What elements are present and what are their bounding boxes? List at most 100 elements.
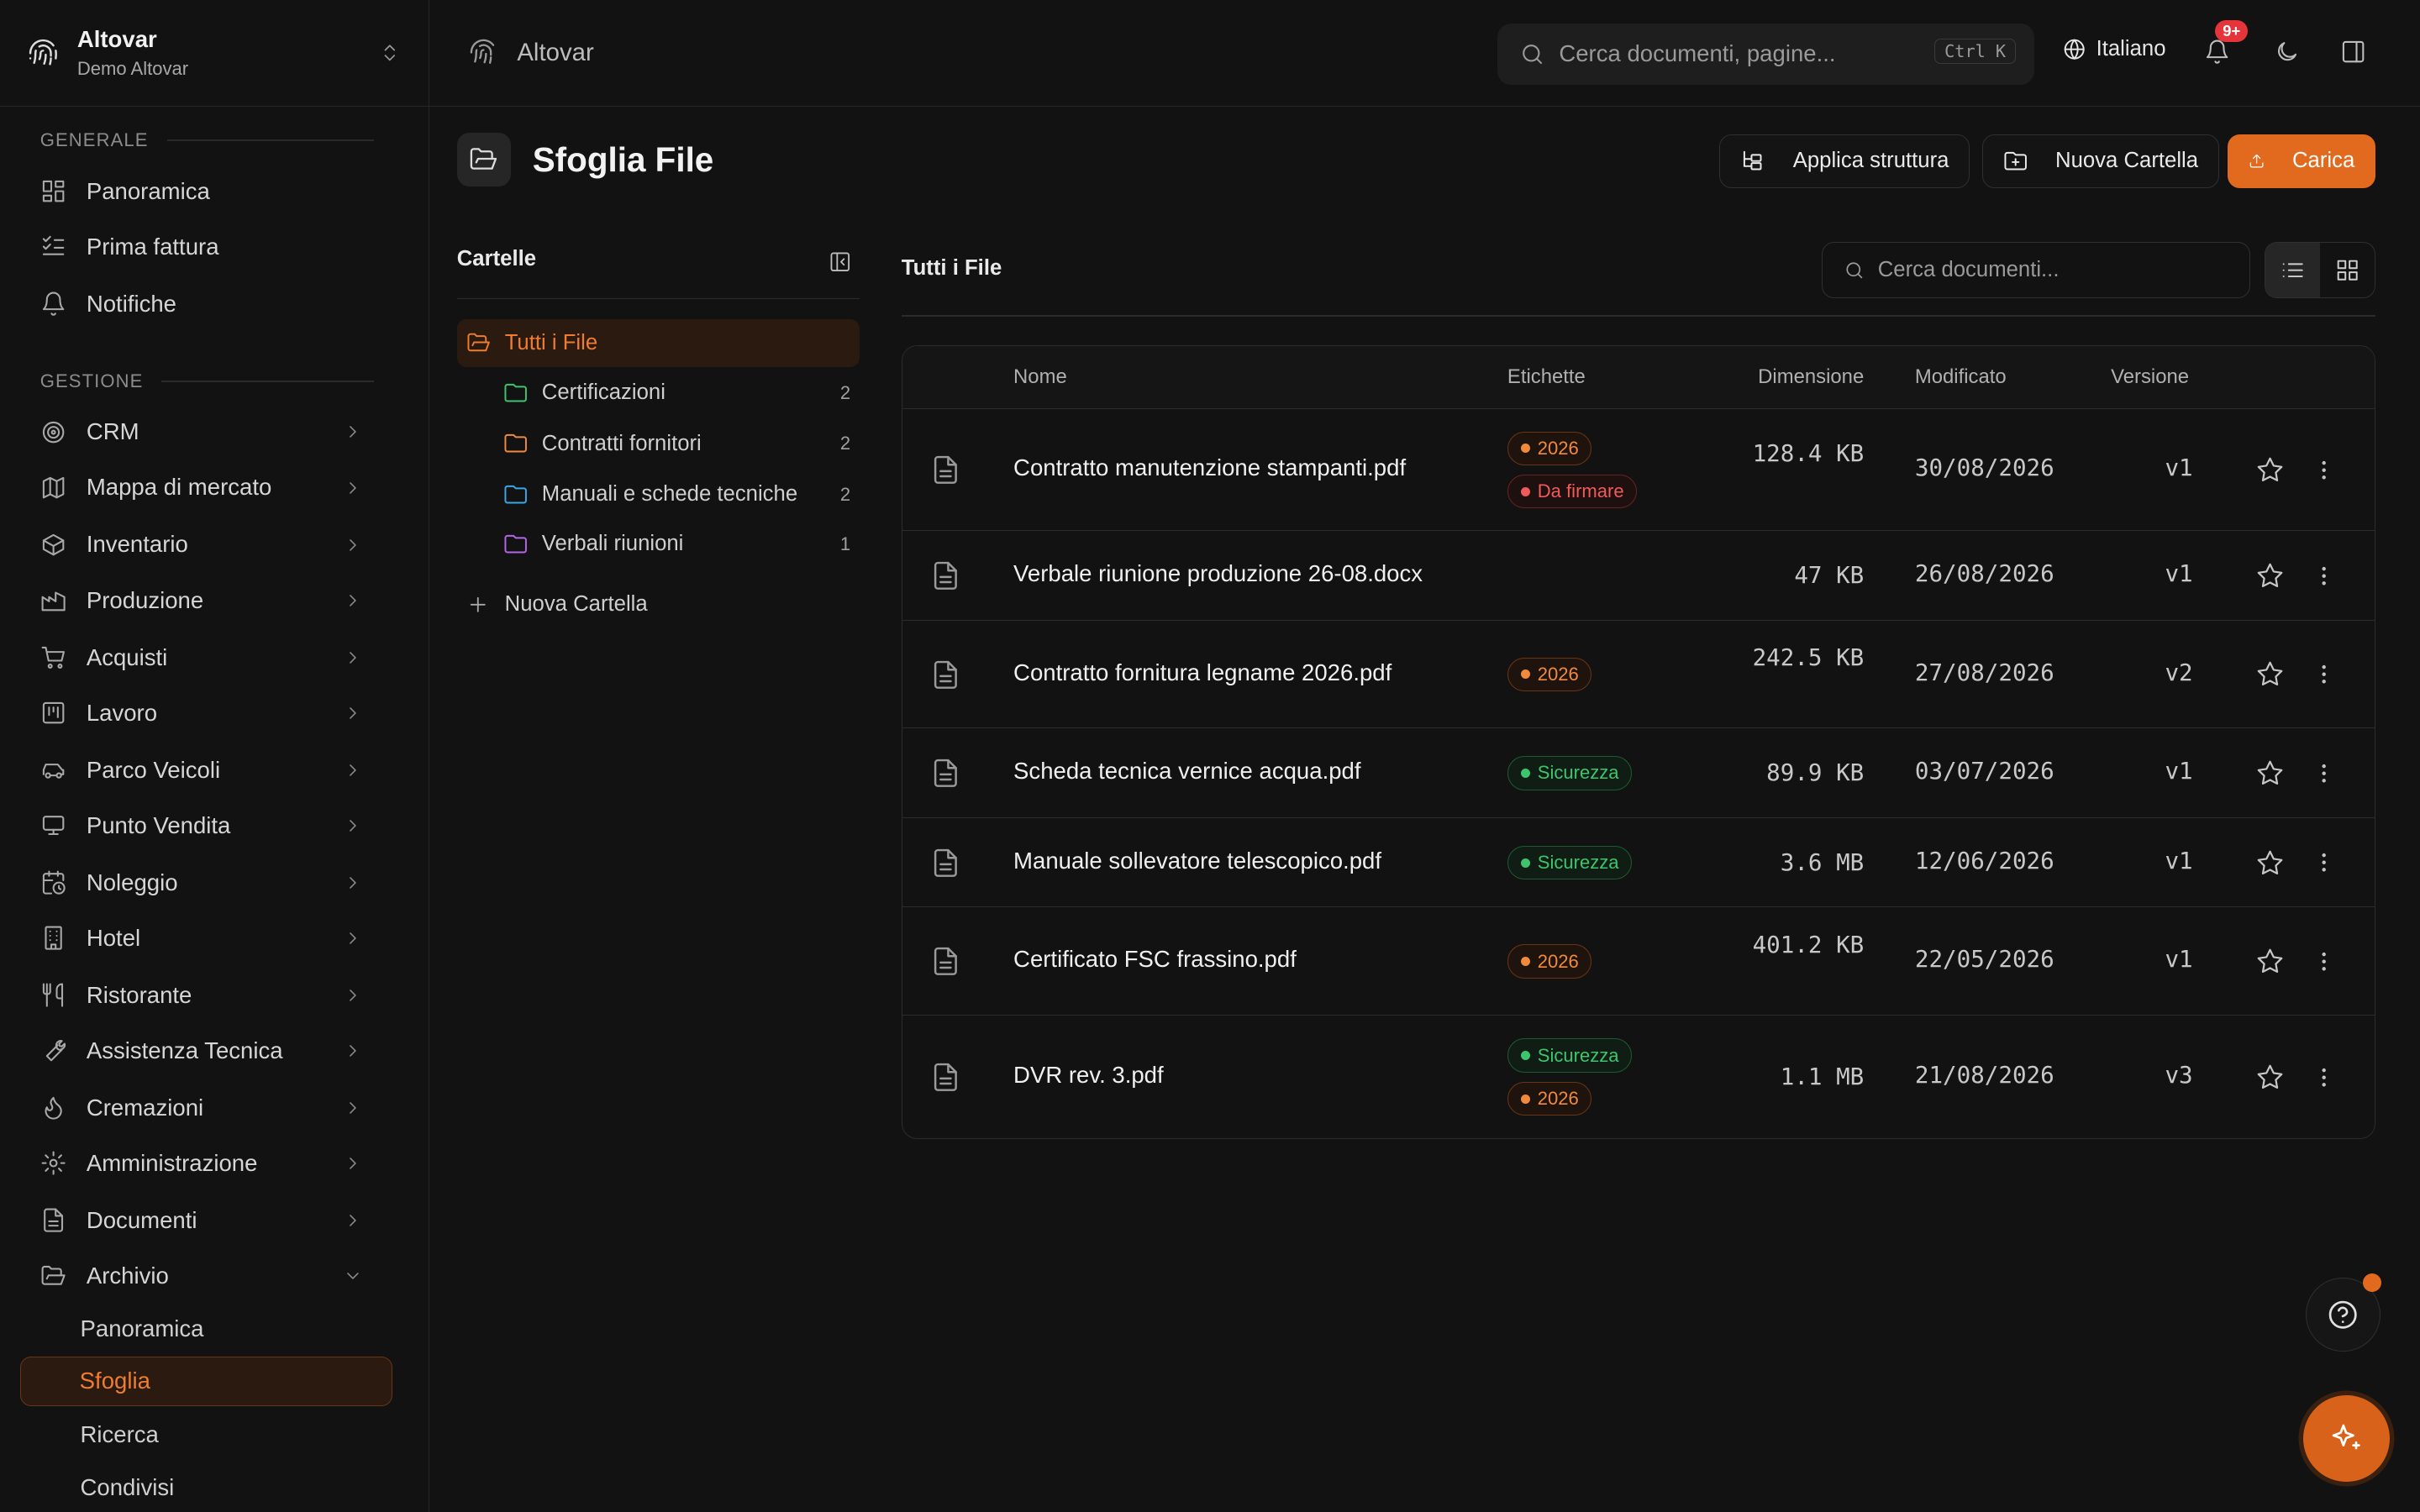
sidebar-item-inventario[interactable]: Inventario — [22, 520, 408, 570]
table-row[interactable]: Contratto fornitura legname 2026.pdf 2026… — [902, 619, 2375, 728]
sidebar-item-lavoro[interactable]: Lavoro — [22, 688, 408, 738]
more-vertical-icon[interactable] — [2312, 662, 2336, 686]
sidebar-subitem-panoramica[interactable]: Panoramica — [22, 1304, 392, 1353]
sidebar-item-panoramica[interactable]: Panoramica — [22, 166, 408, 216]
file-search-input[interactable]: Cerca documenti... — [1821, 242, 2251, 298]
folder-item-certificazioni[interactable]: Certificazioni 2 — [457, 369, 860, 417]
sidebar-item-acquisti[interactable]: Acquisti — [22, 633, 408, 682]
table-row[interactable]: Manuale sollevatore telescopico.pdf Sicur… — [902, 816, 2375, 907]
sidebar-item-label: Cremazioni — [86, 1094, 204, 1121]
new-folder-link[interactable]: Nuova Cartella — [466, 592, 648, 617]
panel-toggle-icon[interactable] — [2340, 39, 2366, 65]
chevron-right-icon — [349, 651, 356, 664]
table-row[interactable]: DVR rev. 3.pdf Sicurezza 2026 1.1 MB 21/08/2… — [902, 1014, 2375, 1138]
panel-collapse-icon[interactable] — [829, 250, 852, 274]
table-row[interactable]: Certificato FSC frassino.pdf 2026 401.2 KB… — [902, 906, 2375, 1015]
folder-item-manuali[interactable]: Manuali e schede tecniche 2 — [457, 470, 860, 518]
column-header-name[interactable]: Nome — [1013, 365, 1067, 389]
wrench-icon — [45, 1040, 66, 1062]
more-vertical-icon[interactable] — [2312, 761, 2336, 785]
file-icon — [934, 455, 957, 485]
files-table: Nome Etichette Dimensione Modificato Ver… — [901, 345, 2376, 1139]
table-row[interactable]: Scheda tecnica vernice acqua.pdf Sicurezz… — [902, 727, 2375, 817]
fingerprint-icon — [29, 39, 57, 66]
column-header-modified[interactable]: Modificato — [1915, 365, 2007, 389]
sidebar-item-label: Parco Veicoli — [86, 756, 221, 783]
sidebar-subitem-condivisi[interactable]: Condivisi — [22, 1462, 392, 1512]
column-header-size[interactable]: Dimensione — [1758, 365, 1864, 389]
page-icon — [456, 132, 512, 187]
chevron-right-icon — [349, 990, 356, 1001]
more-vertical-icon[interactable] — [2312, 850, 2336, 874]
sidebar-item-label: Produzione — [86, 586, 204, 613]
ai-assistant-button[interactable] — [2302, 1394, 2390, 1482]
upload-button[interactable]: Carica — [2227, 134, 2376, 189]
star-icon[interactable] — [2256, 660, 2284, 688]
moon-icon[interactable] — [2274, 39, 2300, 65]
sidebar-item-ristorante[interactable]: Ristorante — [22, 970, 408, 1020]
file-name[interactable]: Verbale riunione produzione 26-08.docx — [1013, 560, 1423, 587]
list-view-button[interactable] — [2265, 243, 2320, 297]
table-header: Nome Etichette Dimensione Modificato Ver… — [902, 346, 2375, 408]
more-vertical-icon[interactable] — [2312, 458, 2336, 482]
table-row[interactable]: Contratto manutenzione stampanti.pdf 2026… — [902, 407, 2375, 530]
sidebar-item-prima-fattura[interactable]: Prima fattura — [22, 223, 408, 272]
sidebar-item-hotel[interactable]: Hotel — [22, 914, 408, 963]
view-toggle — [2264, 242, 2376, 298]
sidebar-subitem-ricerca[interactable]: Ricerca — [22, 1410, 392, 1460]
document-icon — [43, 1209, 63, 1233]
help-circle-icon — [2329, 1300, 2358, 1329]
bell-icon[interactable] — [2204, 39, 2230, 65]
topbar: Altovar Cerca documenti, pagine... Ctrl … — [429, 0, 2420, 107]
star-icon[interactable] — [2256, 562, 2284, 590]
star-icon[interactable] — [2256, 948, 2284, 975]
sparkles-icon — [2332, 1424, 2360, 1450]
sidebar-item-amministrazione[interactable]: Amministrazione — [22, 1139, 408, 1189]
sidebar-item-parco-veicoli[interactable]: Parco Veicoli — [22, 745, 408, 795]
new-folder-button[interactable]: Nuova Cartella — [1981, 134, 2219, 189]
file-icon — [934, 948, 957, 976]
sidebar-item-punto-vendita[interactable]: Punto Vendita — [22, 801, 408, 850]
sidebar-item-mappa-di-mercato[interactable]: Mappa di mercato — [22, 463, 408, 512]
star-icon[interactable] — [2256, 849, 2284, 877]
language-selector[interactable]: Italiano — [2062, 37, 2166, 61]
sidebar-item-crm[interactable]: CRM — [22, 407, 408, 457]
more-vertical-icon[interactable] — [2312, 564, 2336, 588]
sidebar-item-assistenza-tecnica[interactable]: Assistenza Tecnica — [22, 1026, 408, 1076]
file-name[interactable]: Contratto manutenzione stampanti.pdf — [1013, 454, 1406, 481]
file-name[interactable]: Manuale sollevatore telescopico.pdf — [1013, 848, 1381, 874]
apply-structure-button[interactable]: Applica struttura — [1719, 134, 1970, 189]
file-size: 1.1 MB — [1780, 1063, 1865, 1091]
grid-view-button[interactable] — [2320, 243, 2375, 297]
folder-item-verbali[interactable]: Verbali riunioni 1 — [457, 520, 860, 568]
folder-item-contratti-fornitori[interactable]: Contratti fornitori 2 — [457, 420, 860, 468]
more-vertical-icon[interactable] — [2312, 949, 2336, 974]
file-version: v1 — [2165, 847, 2193, 874]
star-icon[interactable] — [2256, 456, 2284, 484]
breadcrumb-label[interactable]: Altovar — [517, 39, 593, 67]
sidebar-item-cremazioni[interactable]: Cremazioni — [22, 1084, 408, 1133]
file-name[interactable]: Certificato FSC frassino.pdf — [1013, 946, 1297, 973]
tag-badge: Sicurezza — [1507, 756, 1633, 790]
table-row[interactable]: Verbale riunione produzione 26-08.docx 47… — [902, 530, 2375, 620]
sidebar-item-documenti[interactable]: Documenti — [22, 1196, 408, 1246]
sidebar-subitem-sfoglia[interactable]: Sfoglia — [19, 1356, 392, 1406]
star-icon[interactable] — [2256, 1063, 2284, 1091]
folder-item-all[interactable]: Tutti i File — [456, 319, 860, 368]
sidebar-item-noleggio[interactable]: Noleggio — [22, 858, 408, 907]
workspace-switcher[interactable]: Altovar Demo Altovar — [0, 0, 429, 107]
folder-count: 2 — [839, 483, 851, 505]
file-name[interactable]: Scheda tecnica vernice acqua.pdf — [1013, 758, 1360, 785]
file-name[interactable]: Contratto fornitura legname 2026.pdf — [1013, 659, 1392, 686]
global-search-input[interactable]: Cerca documenti, pagine... Ctrl K — [1497, 23, 2035, 86]
sidebar-item-label: Inventario — [86, 531, 188, 558]
file-name[interactable]: DVR rev. 3.pdf — [1013, 1062, 1164, 1089]
sidebar-item-archivio[interactable]: Archivio — [22, 1252, 408, 1301]
file-size: 47 KB — [1794, 562, 1865, 590]
star-icon[interactable] — [2256, 759, 2284, 787]
new-folder-label: Nuova Cartella — [2055, 149, 2199, 173]
sidebar-item-produzione[interactable]: Produzione — [22, 575, 408, 625]
search-icon — [1522, 44, 1542, 64]
sidebar-item-notifiche[interactable]: Notifiche — [22, 279, 408, 328]
more-vertical-icon[interactable] — [2312, 1065, 2336, 1089]
